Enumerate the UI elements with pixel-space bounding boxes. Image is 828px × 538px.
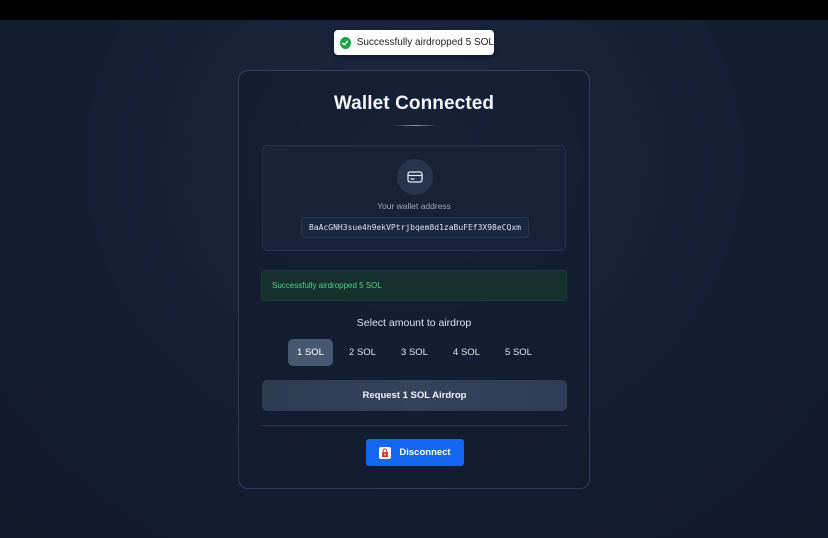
status-message-box: Successfully airdropped 5 SOL: [261, 270, 567, 301]
wallet-address-panel: Your wallet address BaAcGNH3sue4h9ekVPtr…: [262, 145, 566, 251]
check-circle-icon: [340, 36, 351, 49]
request-airdrop-button[interactable]: Request 1 SOL Airdrop: [262, 380, 567, 411]
disconnect-button[interactable]: Disconnect: [366, 439, 464, 466]
title-underline: [393, 125, 437, 126]
wallet-address-field[interactable]: BaAcGNH3sue4h9ekVPtrjbqem8d1zaBuFEf3X98e…: [301, 217, 529, 238]
amount-selector: 1 SOL 2 SOL 3 SOL 4 SOL 5 SOL: [288, 339, 544, 366]
wallet-address-label: Your wallet address: [377, 201, 451, 211]
amount-select-label: Select amount to airdrop: [356, 317, 472, 329]
window-top-bar: [0, 0, 828, 20]
divider: [262, 425, 567, 426]
disconnect-label: Disconnect: [399, 447, 451, 458]
page-title: Wallet Connected: [333, 93, 495, 114]
amount-option-4-sol[interactable]: 4 SOL: [444, 339, 489, 366]
amount-option-3-sol[interactable]: 3 SOL: [392, 339, 437, 366]
wallet-address-value: BaAcGNH3sue4h9ekVPtrjbqem8d1zaBuFEf3X98e…: [309, 223, 521, 232]
disconnect-icon: [379, 446, 392, 459]
amount-option-2-sol[interactable]: 2 SOL: [340, 339, 385, 366]
toast-message: Successfully airdropped 5 SOL: [356, 37, 494, 48]
status-message: Successfully airdropped 5 SOL: [272, 281, 382, 290]
wallet-card: Wallet Connected Your wallet address BaA…: [238, 70, 590, 489]
amount-option-1-sol[interactable]: 1 SOL: [288, 339, 333, 366]
amount-option-5-sol[interactable]: 5 SOL: [496, 339, 541, 366]
wallet-icon: [397, 159, 433, 195]
success-toast: Successfully airdropped 5 SOL: [334, 30, 494, 55]
